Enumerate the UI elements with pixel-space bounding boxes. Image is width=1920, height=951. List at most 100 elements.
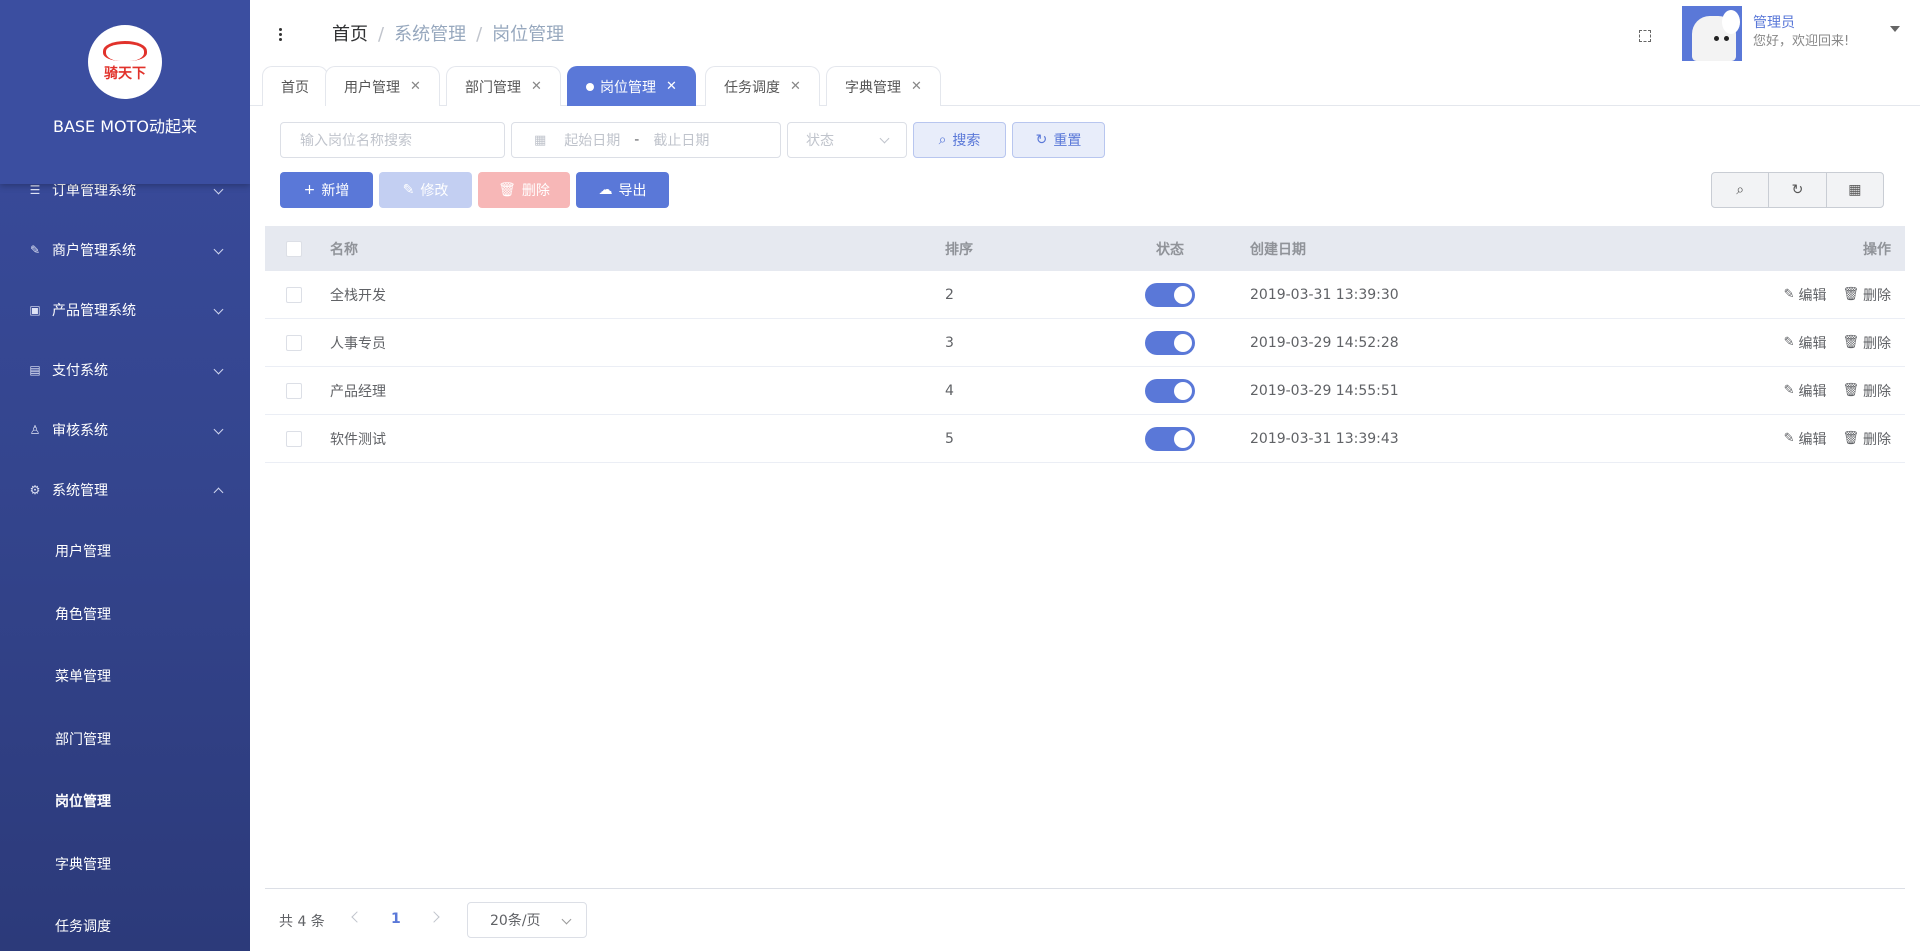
close-icon[interactable]: ✕: [666, 79, 677, 94]
status-switch[interactable]: [1145, 282, 1195, 307]
edit-icon: ✎: [1783, 287, 1795, 302]
page-number[interactable]: 1: [391, 911, 401, 927]
calendar-icon: ▦: [534, 132, 547, 148]
breadcrumb-home[interactable]: 首页: [332, 24, 368, 45]
row-edit-label: 编辑: [1798, 383, 1827, 400]
row-checkbox[interactable]: [286, 430, 302, 447]
sidebar-subitem-scheduler[interactable]: 任务调度: [0, 895, 250, 951]
search-toggle-icon[interactable]: ⌕: [1712, 173, 1770, 207]
breadcrumb-current: 岗位管理: [492, 24, 565, 45]
tab-label: 首页: [281, 79, 309, 96]
user-greeting: 您好，欢迎回来!: [1753, 34, 1850, 49]
row-edit-button[interactable]: ✎ 编辑: [1784, 285, 1827, 305]
refresh-icon[interactable]: ↻: [1769, 173, 1827, 207]
tab-positions[interactable]: 岗位管理 ✕: [567, 66, 696, 106]
avatar[interactable]: [1682, 6, 1742, 61]
delete-button[interactable]: 🗑 删除: [478, 172, 570, 208]
table-row: 产品经理 4 2019-03-29 14:55:51 ✎ 编辑 🗑 删除: [265, 367, 1905, 415]
sidebar-subitem-dictionary[interactable]: 字典管理: [0, 833, 250, 896]
status-switch[interactable]: [1145, 378, 1195, 403]
page-size-select[interactable]: 20条/页: [467, 902, 587, 938]
date-range-picker[interactable]: ▦ 起始日期 - 截止日期: [511, 122, 781, 158]
start-date-field[interactable]: 起始日期: [564, 130, 620, 150]
sidebar-item-label: 产品管理系统: [52, 303, 136, 319]
end-date-field[interactable]: 截止日期: [653, 130, 709, 150]
sidebar-item-payment[interactable]: ▤ 支付系统: [0, 340, 250, 400]
row-edit-label: 编辑: [1798, 287, 1827, 304]
page-size-value: 20条/页: [490, 913, 541, 929]
export-button[interactable]: ☁ 导出: [576, 172, 669, 208]
table-row: 软件测试 5 2019-03-31 13:39:43 ✎ 编辑 🗑 删除: [265, 415, 1905, 463]
chevron-down-icon: [561, 914, 572, 925]
row-checkbox[interactable]: [286, 334, 302, 351]
position-name-search-input[interactable]: 输入岗位名称搜索: [280, 122, 505, 158]
search-button[interactable]: ⌕ 搜索: [913, 122, 1006, 158]
cell-created: 2019-03-29 14:52:28: [1250, 334, 1399, 351]
select-all-checkbox[interactable]: [286, 240, 302, 257]
pagination-total: 共 4 条: [279, 914, 325, 930]
sidebar-item-label: 审核系统: [52, 423, 108, 439]
search-icon: ⌕: [938, 132, 947, 148]
tab-dictionary[interactable]: 字典管理 ✕: [826, 66, 941, 106]
sidebar-item-product[interactable]: ▣ 产品管理系统: [0, 280, 250, 340]
row-edit-button[interactable]: ✎ 编辑: [1784, 429, 1827, 449]
fullscreen-icon[interactable]: [1639, 30, 1651, 42]
cell-name: 产品经理: [330, 383, 386, 400]
sidebar-subitem-positions[interactable]: 岗位管理: [0, 770, 250, 833]
gear-icon: ⚙: [29, 483, 41, 497]
status-select[interactable]: 状态: [787, 122, 907, 158]
row-delete-label: 删除: [1863, 335, 1891, 352]
row-delete-label: 删除: [1863, 383, 1891, 400]
sidebar-subitem-departments[interactable]: 部门管理: [0, 708, 250, 771]
tab-departments[interactable]: 部门管理 ✕: [446, 66, 561, 106]
caret-down-icon[interactable]: [1890, 26, 1900, 32]
status-switch[interactable]: [1145, 426, 1195, 451]
tab-scheduler[interactable]: 任务调度 ✕: [705, 66, 820, 106]
row-edit-button[interactable]: ✎ 编辑: [1784, 333, 1827, 353]
close-icon[interactable]: ✕: [410, 79, 421, 94]
sidebar-subitem-roles[interactable]: 角色管理: [0, 583, 250, 646]
row-delete-button[interactable]: 🗑 删除: [1842, 285, 1891, 305]
sidebar-item-audit[interactable]: ♙ 审核系统: [0, 400, 250, 460]
edit-icon: ✎: [29, 243, 41, 257]
collapse-menu-icon[interactable]: [279, 28, 283, 43]
tab-users[interactable]: 用户管理 ✕: [325, 66, 440, 106]
sidebar-item-merchant[interactable]: ✎ 商户管理系统: [0, 220, 250, 280]
trash-icon: 🗑: [1842, 431, 1859, 446]
sidebar-subitem-menus[interactable]: 菜单管理: [0, 645, 250, 708]
row-delete-label: 删除: [1863, 431, 1891, 448]
tab-label: 字典管理: [845, 79, 901, 96]
status-switch[interactable]: [1145, 330, 1195, 355]
tab-label: 任务调度: [724, 79, 780, 96]
add-button[interactable]: + 新增: [280, 172, 373, 208]
cell-name: 软件测试: [330, 431, 386, 448]
tab-label: 用户管理: [344, 79, 400, 96]
row-edit-button[interactable]: ✎ 编辑: [1784, 381, 1827, 401]
user-name[interactable]: 管理员: [1753, 12, 1795, 32]
tab-home[interactable]: 首页: [262, 66, 328, 106]
close-icon[interactable]: ✕: [911, 79, 922, 94]
close-icon[interactable]: ✕: [790, 79, 801, 94]
active-dot-icon: [586, 82, 594, 91]
app-title: BASE MOTO动起来: [52, 117, 198, 136]
edit-button[interactable]: ✎ 修改: [379, 172, 472, 208]
next-page-icon[interactable]: [428, 911, 440, 923]
refresh-icon: ↻: [1035, 132, 1048, 148]
tab-label: 部门管理: [465, 79, 521, 96]
row-delete-button[interactable]: 🗑 删除: [1842, 429, 1891, 449]
reset-button[interactable]: ↻ 重置: [1012, 122, 1105, 158]
prev-page-icon[interactable]: [351, 911, 363, 923]
chevron-up-icon: [213, 487, 224, 498]
sidebar-subitem-users[interactable]: 用户管理: [0, 520, 250, 583]
search-input-placeholder: 输入岗位名称搜索: [300, 133, 412, 149]
chevron-down-icon: [213, 364, 224, 375]
columns-icon[interactable]: ▦: [1827, 173, 1883, 207]
close-icon[interactable]: ✕: [531, 79, 542, 94]
sidebar-item-system[interactable]: ⚙ 系统管理: [0, 460, 250, 520]
row-delete-button[interactable]: 🗑 删除: [1842, 333, 1891, 353]
logo-text: 骑天下: [104, 66, 146, 82]
row-checkbox[interactable]: [286, 382, 302, 399]
row-checkbox[interactable]: [286, 286, 302, 303]
row-delete-button[interactable]: 🗑 删除: [1842, 381, 1891, 401]
tab-label: 岗位管理: [600, 79, 656, 96]
